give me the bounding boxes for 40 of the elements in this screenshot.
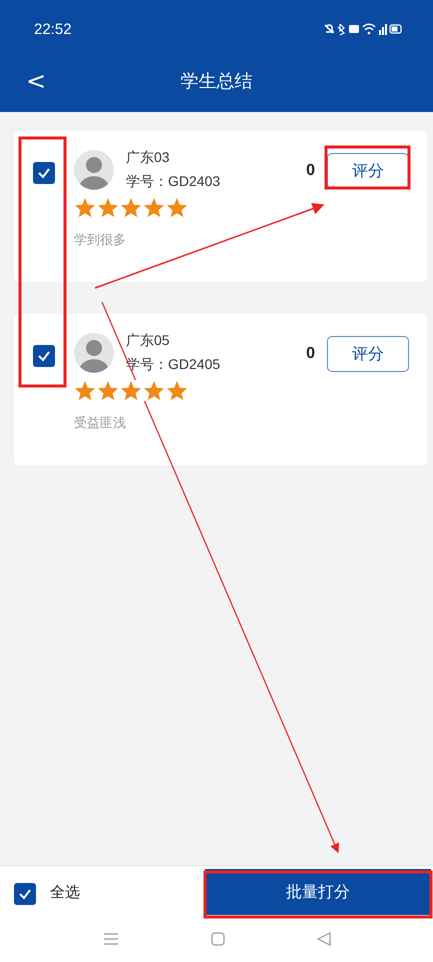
select-all-checkbox[interactable] [14, 882, 36, 904]
back-button[interactable]: < [26, 67, 46, 95]
checkbox[interactable] [33, 162, 55, 184]
avatar-icon [74, 333, 114, 373]
star-icon [166, 380, 188, 401]
check-icon [37, 167, 51, 179]
score: 0 [306, 162, 315, 180]
star-icon [74, 197, 96, 218]
star-icon [166, 197, 188, 218]
check-icon [37, 350, 51, 362]
status-time: 22:52 [34, 20, 72, 38]
signal-icon [379, 24, 387, 35]
select-all-label: 全选 [50, 882, 80, 902]
student-id: 学号：GD2403 [126, 173, 220, 191]
page-title: 学生总结 [180, 70, 252, 93]
star-icon [74, 380, 96, 401]
battery-icon [389, 24, 402, 34]
muted-bell-icon [324, 24, 334, 34]
back-icon[interactable] [316, 932, 330, 946]
comment-text: 受益匪浅 [74, 415, 127, 432]
star-icon [120, 197, 142, 218]
check-icon [18, 888, 32, 900]
rate-button[interactable]: 评分 [327, 153, 409, 189]
bluetooth-icon [337, 23, 346, 36]
checkbox[interactable] [33, 345, 55, 367]
avatar-icon [74, 150, 114, 190]
star-icon [143, 380, 165, 401]
wifi-icon [362, 24, 376, 34]
batch-score-button[interactable]: 批量打分 [205, 869, 431, 915]
star-icon [120, 380, 142, 401]
star-icon [97, 380, 119, 401]
home-icon[interactable] [210, 932, 224, 946]
student-name: 广东03 [126, 149, 171, 167]
score: 0 [306, 345, 315, 363]
comment-text: 学到很多 [74, 232, 127, 249]
rate-button[interactable]: 评分 [327, 336, 409, 372]
star-icon [143, 197, 165, 218]
star-icon [97, 197, 119, 218]
student-name: 广东05 [126, 332, 171, 350]
menu-icon[interactable] [102, 932, 118, 946]
